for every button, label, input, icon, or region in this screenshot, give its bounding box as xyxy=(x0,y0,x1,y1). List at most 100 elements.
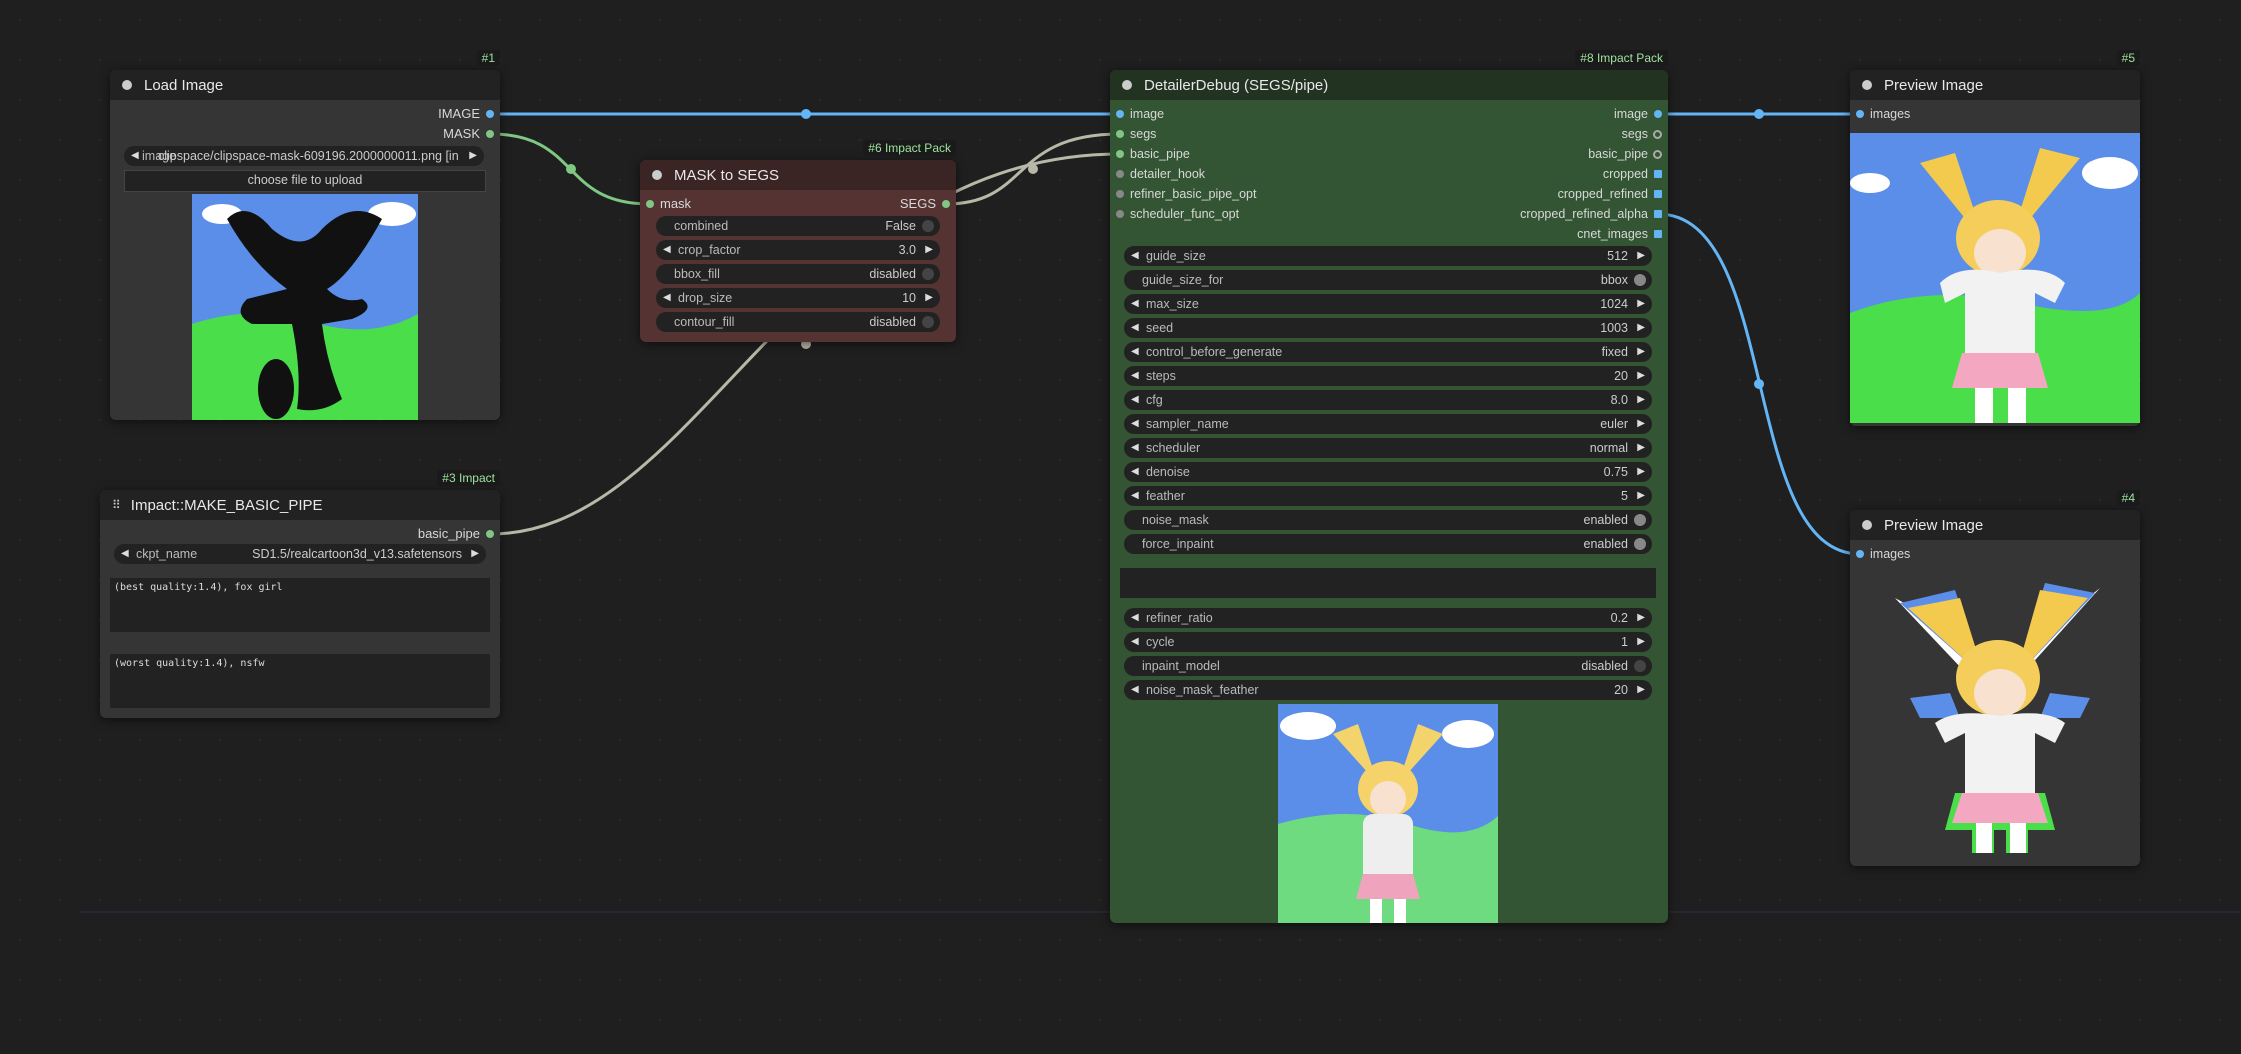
node-header[interactable]: Preview Image xyxy=(1850,70,2140,100)
widget-contour-fill[interactable]: contour_fill disabled xyxy=(656,312,940,332)
widget-sampler-name[interactable]: ◀ sampler_name euler ▶ xyxy=(1124,414,1652,434)
output-basic-pipe-port[interactable] xyxy=(486,530,494,538)
arrow-left-icon[interactable]: ◀ xyxy=(1131,438,1139,458)
input-mask-port[interactable] xyxy=(646,200,654,208)
widget-feather[interactable]: ◀ feather 5 ▶ xyxy=(1124,486,1652,506)
widget-refiner-ratio[interactable]: ◀ refiner_ratio 0.2 ▶ xyxy=(1124,608,1652,628)
input-basic-pipe-port[interactable] xyxy=(1116,150,1124,158)
arrow-left-icon[interactable]: ◀ xyxy=(1131,632,1139,652)
output-cnet-images-port[interactable] xyxy=(1654,230,1662,238)
widget-denoise[interactable]: ◀ denoise 0.75 ▶ xyxy=(1124,462,1652,482)
arrow-left-icon[interactable]: ◀ xyxy=(663,240,671,260)
toggle-icon[interactable] xyxy=(1634,274,1646,286)
toggle-icon[interactable] xyxy=(1634,660,1646,672)
collapse-dot-icon[interactable] xyxy=(1122,80,1132,90)
widget-inpaint-model[interactable]: inpaint_model disabled xyxy=(1124,656,1652,676)
input-images-port[interactable] xyxy=(1856,110,1864,118)
arrow-right-icon[interactable]: ▶ xyxy=(1637,680,1645,700)
output-image-port[interactable] xyxy=(486,110,494,118)
widget-cycle[interactable]: ◀ cycle 1 ▶ xyxy=(1124,632,1652,652)
collapse-dot-icon[interactable] xyxy=(1862,520,1872,530)
upload-button[interactable]: choose file to upload xyxy=(124,170,486,192)
arrow-left-icon[interactable]: ◀ xyxy=(1131,486,1139,506)
arrow-left-icon[interactable]: ◀ xyxy=(1131,318,1139,338)
arrow-left-icon[interactable]: ◀ xyxy=(1131,390,1139,410)
widget-guide-size-for[interactable]: guide_size_for bbox xyxy=(1124,270,1652,290)
preview-image-node-5[interactable]: #5 Preview Image images xyxy=(1850,50,2140,426)
output-segs-port[interactable] xyxy=(1653,130,1662,139)
output-segs-port[interactable] xyxy=(942,200,950,208)
input-scheduler-func-opt-port[interactable] xyxy=(1116,210,1124,218)
node-header[interactable]: DetailerDebug (SEGS/pipe) xyxy=(1110,70,1668,100)
arrow-left-icon[interactable]: ◀ xyxy=(121,544,129,564)
arrow-right-icon[interactable]: ▶ xyxy=(925,288,933,308)
arrow-right-icon[interactable]: ▶ xyxy=(1637,608,1645,628)
arrow-right-icon[interactable]: ▶ xyxy=(1637,438,1645,458)
arrow-left-icon[interactable]: ◀ xyxy=(1131,246,1139,266)
widget-noise-mask[interactable]: noise_mask enabled xyxy=(1124,510,1652,530)
widget-drop-size[interactable]: ◀ drop_size 10 ▶ xyxy=(656,288,940,308)
arrow-left-icon[interactable]: ◀ xyxy=(1131,680,1139,700)
node-header[interactable]: ⠿ Impact::MAKE_BASIC_PIPE xyxy=(100,490,500,520)
arrow-left-icon[interactable]: ◀ xyxy=(1131,608,1139,628)
positive-prompt-textarea[interactable]: (best quality:1.4), fox girl xyxy=(110,578,490,632)
widget-combined[interactable]: combined False xyxy=(656,216,940,236)
output-cropped-refined-port[interactable] xyxy=(1654,190,1662,198)
arrow-left-icon[interactable]: ◀ xyxy=(663,288,671,308)
arrow-left-icon[interactable]: ◀ xyxy=(1131,342,1139,362)
input-refiner-basic-pipe-opt-port[interactable] xyxy=(1116,190,1124,198)
arrow-left-icon[interactable]: ◀ xyxy=(131,146,139,166)
arrow-right-icon[interactable]: ▶ xyxy=(1637,246,1645,266)
widget-force-inpaint[interactable]: force_inpaint enabled xyxy=(1124,534,1652,554)
output-image-port[interactable] xyxy=(1654,110,1662,118)
collapse-dot-icon[interactable] xyxy=(1862,80,1872,90)
output-cropped-port[interactable] xyxy=(1654,170,1662,178)
image-combo-widget[interactable]: ◀ image clipspace/clipspace-mask-609196.… xyxy=(124,146,484,166)
detailer-debug-node[interactable]: #8 Impact Pack DetailerDebug (SEGS/pipe)… xyxy=(1110,50,1668,923)
ckpt-name-widget[interactable]: ◀ ckpt_name SD1.5/realcartoon3d_v13.safete… xyxy=(114,544,486,564)
output-mask-port[interactable] xyxy=(486,130,494,138)
output-cropped-refined-alpha-port[interactable] xyxy=(1654,210,1662,218)
arrow-left-icon[interactable]: ◀ xyxy=(1131,414,1139,434)
widget-cfg[interactable]: ◀ cfg 8.0 ▶ xyxy=(1124,390,1652,410)
node-header[interactable]: Preview Image xyxy=(1850,510,2140,540)
preview-image-node-4[interactable]: #4 Preview Image images xyxy=(1850,490,2140,866)
arrow-right-icon[interactable]: ▶ xyxy=(1637,414,1645,434)
arrow-right-icon[interactable]: ▶ xyxy=(1637,632,1645,652)
widget-seed[interactable]: ◀ seed 1003 ▶ xyxy=(1124,318,1652,338)
toggle-icon[interactable] xyxy=(1634,538,1646,550)
toggle-icon[interactable] xyxy=(922,220,934,232)
arrow-left-icon[interactable]: ◀ xyxy=(1131,462,1139,482)
load-image-node[interactable]: #1 Load Image IMAGE MASK ◀ image clipspa… xyxy=(110,50,500,420)
arrow-right-icon[interactable]: ▶ xyxy=(1637,462,1645,482)
toggle-icon[interactable] xyxy=(922,316,934,328)
grip-icon[interactable]: ⠿ xyxy=(112,498,121,512)
arrow-right-icon[interactable]: ▶ xyxy=(1637,318,1645,338)
input-segs-port[interactable] xyxy=(1116,130,1124,138)
widget-crop-factor[interactable]: ◀ crop_factor 3.0 ▶ xyxy=(656,240,940,260)
arrow-right-icon[interactable]: ▶ xyxy=(1637,366,1645,386)
arrow-right-icon[interactable]: ▶ xyxy=(469,146,477,166)
input-detailer-hook-port[interactable] xyxy=(1116,170,1124,178)
widget-noise-mask-feather[interactable]: ◀ noise_mask_feather 20 ▶ xyxy=(1124,680,1652,700)
output-basic-pipe-port[interactable] xyxy=(1653,150,1662,159)
widget-max-size[interactable]: ◀ max_size 1024 ▶ xyxy=(1124,294,1652,314)
widget-scheduler[interactable]: ◀ scheduler normal ▶ xyxy=(1124,438,1652,458)
widget-guide-size[interactable]: ◀ guide_size 512 ▶ xyxy=(1124,246,1652,266)
arrow-right-icon[interactable]: ▶ xyxy=(471,544,479,564)
node-header[interactable]: MASK to SEGS xyxy=(640,160,956,190)
arrow-right-icon[interactable]: ▶ xyxy=(1637,486,1645,506)
arrow-right-icon[interactable]: ▶ xyxy=(1637,390,1645,410)
widget-control-before-generate[interactable]: ◀ control_before_generate fixed ▶ xyxy=(1124,342,1652,362)
negative-prompt-textarea[interactable]: (worst quality:1.4), nsfw xyxy=(110,654,490,708)
toggle-icon[interactable] xyxy=(922,268,934,280)
widget-steps[interactable]: ◀ steps 20 ▶ xyxy=(1124,366,1652,386)
toggle-icon[interactable] xyxy=(1634,514,1646,526)
arrow-left-icon[interactable]: ◀ xyxy=(1131,366,1139,386)
input-image-port[interactable] xyxy=(1116,110,1124,118)
widget-bbox-fill[interactable]: bbox_fill disabled xyxy=(656,264,940,284)
collapse-dot-icon[interactable] xyxy=(122,80,132,90)
arrow-right-icon[interactable]: ▶ xyxy=(1637,342,1645,362)
collapse-dot-icon[interactable] xyxy=(652,170,662,180)
make-basic-pipe-node[interactable]: #3 Impact ⠿ Impact::MAKE_BASIC_PIPE basic… xyxy=(100,470,500,718)
